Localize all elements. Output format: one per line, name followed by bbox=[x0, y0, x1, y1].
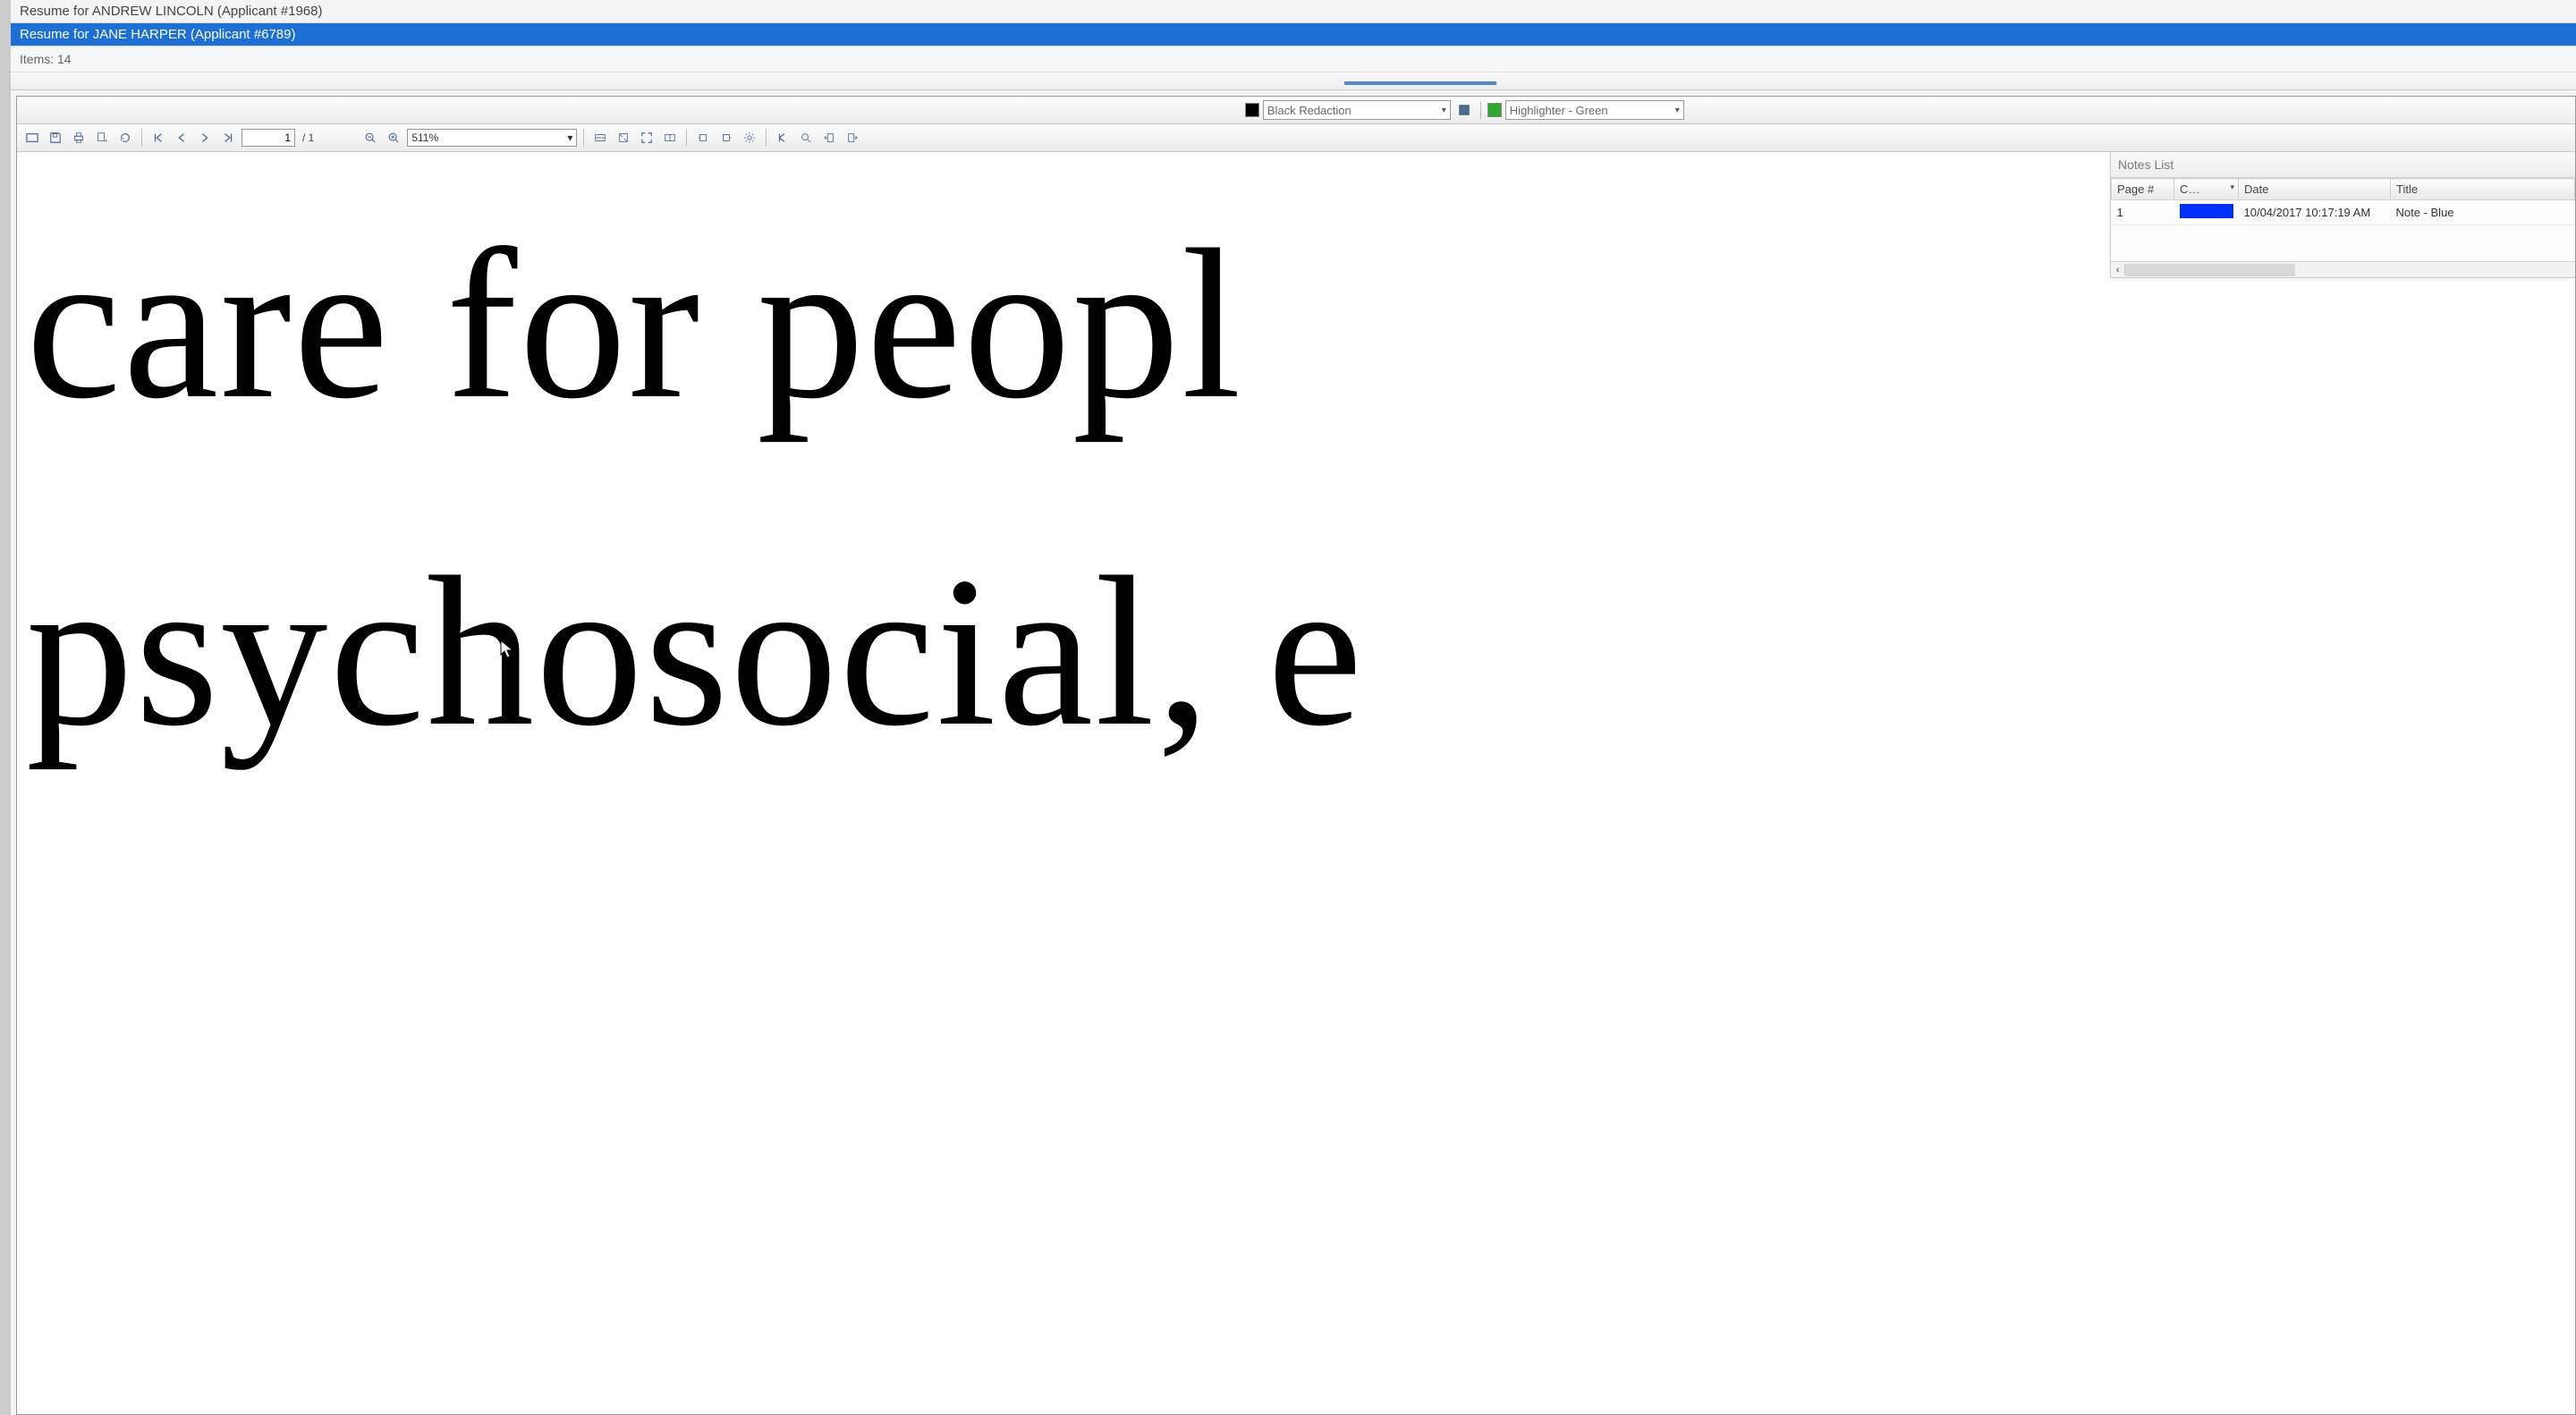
zoom-value-label: 511% bbox=[411, 131, 438, 144]
document-text-line-1: care for peopl bbox=[26, 179, 1243, 469]
chevron-down-icon: ▾ bbox=[1675, 106, 1680, 115]
scroll-thumb[interactable] bbox=[2125, 264, 2295, 276]
document-text-line-2: psychosocial, e bbox=[26, 528, 1364, 775]
rotate-left-button[interactable] bbox=[693, 128, 713, 148]
last-page-button[interactable] bbox=[218, 128, 238, 148]
first-page-button[interactable] bbox=[148, 128, 168, 148]
notes-horizontal-scrollbar[interactable]: ‹ bbox=[2111, 261, 2575, 277]
actual-size-button[interactable] bbox=[660, 128, 680, 148]
notes-cell-title: Note - Blue bbox=[2391, 200, 2575, 225]
app-root: Resume for ANDREW LINCOLN (Applicant #19… bbox=[0, 0, 2576, 1415]
document-viewer: Black Redaction ▾ Highlighter - Green ▾ bbox=[16, 96, 2576, 1415]
skip-back-button[interactable] bbox=[773, 128, 792, 148]
page-left-button[interactable] bbox=[819, 128, 839, 148]
fullscreen-button[interactable] bbox=[637, 128, 657, 148]
notes-cell-color bbox=[2174, 200, 2239, 225]
redaction-swatch-icon[interactable] bbox=[1245, 103, 1259, 117]
page-right-button[interactable] bbox=[843, 128, 862, 148]
add-page-button[interactable]: + bbox=[92, 128, 112, 148]
rotate-right-button[interactable] bbox=[716, 128, 736, 148]
search-zoom-button[interactable] bbox=[796, 128, 816, 148]
notes-table: Page # C… ▾ Date Title 1 bbox=[2111, 178, 2575, 225]
notes-col-page[interactable]: Page # bbox=[2112, 179, 2174, 200]
tab-jane-harper[interactable]: Resume for JANE HARPER (Applicant #6789) bbox=[11, 23, 2576, 47]
notes-col-title[interactable]: Title bbox=[2391, 179, 2575, 200]
chevron-down-icon: ▾ bbox=[567, 131, 572, 144]
document-canvas[interactable]: care for peopl psychosocial, e Notes Lis… bbox=[17, 152, 2575, 1414]
splitter-handle[interactable] bbox=[1344, 81, 1496, 85]
chevron-down-icon: ▾ bbox=[1442, 106, 1446, 115]
notes-col-color[interactable]: C… ▾ bbox=[2174, 179, 2239, 200]
zoom-in-button[interactable] bbox=[384, 128, 403, 148]
separator bbox=[766, 129, 767, 147]
redaction-dropdown[interactable]: Black Redaction ▾ bbox=[1263, 100, 1451, 120]
prev-page-button[interactable] bbox=[172, 128, 191, 148]
zoom-out-button[interactable] bbox=[360, 128, 380, 148]
separator bbox=[583, 129, 584, 147]
redaction-dropdown-label: Black Redaction bbox=[1267, 104, 1352, 117]
refresh-button[interactable] bbox=[115, 128, 135, 148]
next-page-button[interactable] bbox=[195, 128, 215, 148]
scroll-left-icon[interactable]: ‹ bbox=[2111, 265, 2125, 275]
apply-redaction-button[interactable] bbox=[1454, 100, 1474, 120]
separator bbox=[686, 129, 687, 147]
zoom-dropdown[interactable]: 511% ▾ bbox=[407, 129, 577, 147]
notes-row[interactable]: 1 10/04/2017 10:17:19 AM Note - Blue bbox=[2112, 200, 2575, 225]
document-tabs: Resume for ANDREW LINCOLN (Applicant #19… bbox=[11, 0, 2576, 47]
separator bbox=[1480, 101, 1481, 119]
color-chip-blue bbox=[2180, 204, 2233, 218]
splitter[interactable] bbox=[11, 72, 2576, 90]
notes-col-date[interactable]: Date bbox=[2239, 179, 2391, 200]
print-button[interactable] bbox=[69, 128, 89, 148]
save-button[interactable] bbox=[46, 128, 65, 148]
tab-andrew-lincoln[interactable]: Resume for ANDREW LINCOLN (Applicant #19… bbox=[11, 0, 2576, 23]
separator bbox=[141, 129, 142, 147]
settings-button[interactable] bbox=[740, 128, 759, 148]
svg-text:+: + bbox=[105, 138, 108, 144]
page-number-input[interactable] bbox=[242, 129, 295, 147]
navigation-toolbar: + / 1 bbox=[17, 124, 2575, 152]
fit-page-button[interactable] bbox=[614, 128, 633, 148]
items-count: Items: 14 bbox=[11, 47, 2576, 72]
page-total-label: / 1 bbox=[299, 131, 318, 144]
highlighter-dropdown[interactable]: Highlighter - Green ▾ bbox=[1505, 100, 1684, 120]
notes-cell-page: 1 bbox=[2112, 200, 2174, 225]
sort-icon: ▾ bbox=[2230, 182, 2234, 192]
notes-cell-date: 10/04/2017 10:17:19 AM bbox=[2239, 200, 2391, 225]
open-button[interactable] bbox=[22, 128, 42, 148]
notes-panel: Notes List Page # C… ▾ Date Title bbox=[2110, 152, 2575, 278]
highlighter-dropdown-label: Highlighter - Green bbox=[1510, 104, 1608, 117]
annotation-toolbar: Black Redaction ▾ Highlighter - Green ▾ bbox=[17, 97, 2575, 124]
highlight-swatch-icon[interactable] bbox=[1487, 103, 1502, 117]
fit-width-button[interactable] bbox=[590, 128, 610, 148]
notes-panel-title: Notes List bbox=[2111, 152, 2575, 178]
